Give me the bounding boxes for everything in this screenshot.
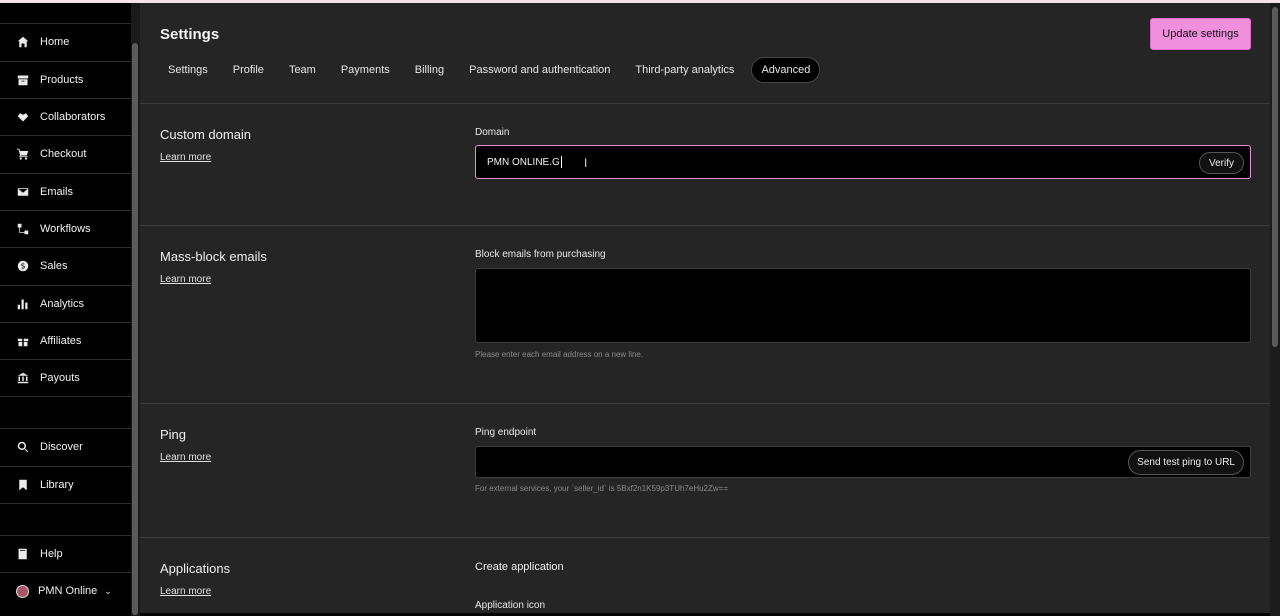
sidebar-item-label: Products	[40, 74, 84, 86]
ping-title: Ping	[160, 427, 187, 442]
bookmark-icon	[16, 479, 29, 492]
application-icon-label: Application icon	[475, 600, 546, 611]
main-scrollbar[interactable]	[1270, 3, 1280, 616]
sidebar-item-label: Workflows	[40, 223, 91, 235]
account-menu[interactable]: PMN Online ⌄	[0, 572, 131, 609]
ping-endpoint-input[interactable]: Send test ping to URL	[475, 446, 1251, 478]
sidebar-item-label: Collaborators	[40, 111, 106, 123]
sidebar-item-label: Payouts	[40, 372, 80, 384]
gift-icon	[16, 335, 29, 348]
handshake-icon	[16, 111, 29, 124]
tab-password-and-authentication[interactable]: Password and authentication	[461, 58, 618, 82]
block-emails-label: Block emails from purchasing	[475, 249, 606, 260]
envelope-icon	[16, 186, 29, 199]
chevron-down-icon: ⌄	[104, 585, 112, 596]
sidebar-item-workflows[interactable]: Workflows	[0, 210, 131, 247]
sidebar-item-emails[interactable]: Emails	[0, 173, 131, 210]
scrollbar-thumb[interactable]	[132, 43, 138, 615]
bar-chart-icon	[16, 298, 29, 311]
sidebar-item-checkout[interactable]: Checkout	[0, 135, 131, 172]
custom-domain-title: Custom domain	[160, 127, 252, 142]
sidebar-item-label: Home	[40, 36, 70, 48]
text-cursor-icon: I	[584, 156, 588, 170]
sidebar-item-help[interactable]: Help	[0, 535, 131, 572]
sidebar-item-affiliates[interactable]: Affiliates	[0, 322, 131, 359]
divider	[140, 103, 1270, 104]
search-icon	[16, 441, 29, 454]
sidebar-item-home[interactable]: Home	[0, 23, 131, 60]
block-emails-textarea[interactable]	[475, 268, 1251, 343]
account-name: PMN Online	[38, 585, 98, 597]
scrollbar-thumb[interactable]	[1272, 7, 1278, 347]
seller-id-help: For external services, your `seller_id` …	[475, 484, 729, 493]
ping-learn-more-link[interactable]: Learn more	[160, 452, 211, 463]
mass-block-learn-more-link[interactable]: Learn more	[160, 274, 211, 285]
domain-input-value: PMN ONLINE.G	[487, 156, 560, 168]
divider	[0, 503, 131, 504]
update-settings-button[interactable]: Update settings	[1150, 18, 1251, 50]
tab-billing[interactable]: Billing	[407, 58, 452, 82]
sidebar-item-label: Sales	[40, 260, 68, 272]
sidebar-item-analytics[interactable]: Analytics	[0, 285, 131, 322]
divider	[140, 225, 1270, 226]
sidebar-scrollbar[interactable]	[131, 3, 140, 616]
domain-label: Domain	[475, 127, 510, 138]
sidebar-item-label: Library	[40, 479, 74, 491]
block-emails-help: Please enter each email address on a new…	[475, 350, 644, 359]
settings-tabs: Settings Profile Team Payments Billing P…	[160, 56, 829, 84]
svg-text:$: $	[20, 262, 25, 271]
sidebar-item-sales[interactable]: $ Sales	[0, 247, 131, 284]
tab-third-party-analytics[interactable]: Third-party analytics	[627, 58, 742, 82]
bank-icon	[16, 372, 29, 385]
sidebar-item-payouts[interactable]: Payouts	[0, 359, 131, 396]
divider	[140, 537, 1270, 538]
book-icon	[16, 548, 29, 561]
workflow-icon	[16, 223, 29, 236]
divider	[0, 396, 131, 397]
tab-advanced[interactable]: Advanced	[751, 57, 821, 83]
applications-learn-more-link[interactable]: Learn more	[160, 586, 211, 597]
tab-team[interactable]: Team	[281, 58, 324, 82]
sidebar-item-label: Analytics	[40, 298, 85, 310]
mass-block-title: Mass-block emails	[160, 249, 267, 264]
verify-button[interactable]: Verify	[1198, 152, 1244, 174]
custom-domain-learn-more-link[interactable]: Learn more	[160, 152, 211, 163]
sidebar-item-label: Help	[40, 548, 63, 560]
sidebar-item-collaborators[interactable]: Collaborators	[0, 98, 131, 135]
tab-profile[interactable]: Profile	[225, 58, 272, 82]
text-caret	[560, 156, 562, 168]
tab-settings[interactable]: Settings	[160, 58, 216, 82]
tab-payments[interactable]: Payments	[333, 58, 398, 82]
sidebar-item-products[interactable]: Products	[0, 61, 131, 98]
archive-icon	[16, 74, 29, 87]
sidebar-item-discover[interactable]: Discover	[0, 428, 131, 465]
home-icon	[16, 36, 29, 49]
ping-endpoint-label: Ping endpoint	[475, 427, 537, 438]
sidebar-item-label: Checkout	[40, 148, 87, 160]
domain-input[interactable]: PMN ONLINE.G I Verify	[475, 145, 1251, 179]
create-application-heading: Create application	[475, 561, 564, 573]
sidebar-item-label: Discover	[40, 441, 83, 453]
sidebar-item-label: Emails	[40, 186, 74, 198]
divider	[140, 403, 1270, 404]
page-title: Settings	[160, 26, 220, 43]
cart-icon	[16, 148, 29, 161]
sidebar: Home Products Collaborators Checkout Ema…	[0, 3, 131, 616]
send-test-ping-button[interactable]: Send test ping to URL	[1128, 450, 1244, 475]
applications-title: Applications	[160, 561, 231, 576]
dollar-icon: $	[16, 260, 29, 273]
sidebar-item-label: Affiliates	[40, 335, 82, 347]
avatar	[16, 584, 29, 598]
settings-main: Settings Update settings Settings Profil…	[140, 3, 1270, 613]
sidebar-item-library[interactable]: Library	[0, 466, 131, 503]
